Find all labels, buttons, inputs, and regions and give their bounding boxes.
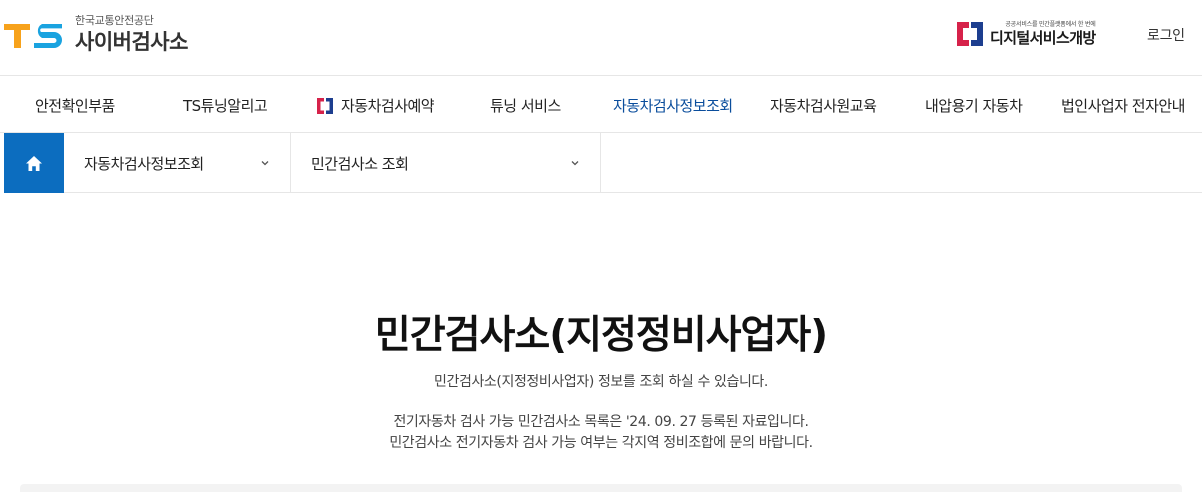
nav-item-safety-parts[interactable]: 안전확인부품 — [35, 95, 115, 116]
breadcrumb-level2-dropdown[interactable]: 민간검사소 조회 — [291, 133, 601, 193]
nav-item-label: 자동차검사예약 — [341, 97, 435, 115]
logo-site-name: 사이버검사소 — [75, 29, 188, 54]
nav-item-tuning-service[interactable]: 튜닝 서비스 — [490, 95, 561, 116]
breadcrumb: 자동차검사정보조회 민간검사소 조회 — [4, 133, 1202, 193]
site-logo[interactable]: 한국교통안전공단 사이버검사소 — [4, 10, 188, 58]
breadcrumb-level1-label: 자동차검사정보조회 — [84, 154, 204, 173]
nav-item-tuning-alert[interactable]: TS튜닝알리고 — [183, 95, 268, 116]
nav-item-inspection-info[interactable]: 자동차검사정보조회 — [613, 95, 733, 116]
digital-service-text: 공공서비스를 민간플랫폼에서 한 번에 디지털서비스개방 — [990, 21, 1096, 48]
home-icon — [26, 155, 42, 171]
site-header: 한국교통안전공단 사이버검사소 공공서비스를 민간플랫폼에서 한 번에 디지털서… — [0, 0, 1202, 76]
notice-line-2: 민간검사소 전기자동차 검사 가능 여부는 각지역 정비조합에 문의 바랍니다. — [389, 435, 813, 451]
digital-service-title: 디지털서비스개방 — [990, 28, 1096, 47]
breadcrumb-level1-dropdown[interactable]: 자동차검사정보조회 — [64, 133, 291, 193]
breadcrumb-level2-label: 민간검사소 조회 — [311, 154, 409, 173]
digital-service-icon — [317, 97, 333, 114]
nav-item-inspection-reservation[interactable]: 자동차검사예약 — [316, 95, 435, 116]
logo-text: 한국교통안전공단 사이버검사소 — [75, 14, 188, 55]
digital-service-banner[interactable]: 공공서비스를 민간플랫폼에서 한 번에 디지털서비스개방 — [955, 20, 1096, 48]
chevron-down-icon — [261, 161, 269, 166]
page-subtitle: 민간검사소(지정정비사업자) 정보를 조회 하실 수 있습니다. — [434, 374, 768, 390]
nav-item-corporate-notice[interactable]: 법인사업자 전자안내 — [1061, 95, 1185, 116]
page-title: 민간검사소(지정정비사업자) — [374, 313, 828, 358]
main-nav: 안전확인부품 TS튜닝알리고 자동차검사예약 튜닝 서비스 자동차검사정보조회 … — [0, 77, 1202, 133]
nav-item-inspector-training[interactable]: 자동차검사원교육 — [770, 95, 877, 116]
ts-logo-icon — [4, 24, 62, 48]
logo-org-name: 한국교통안전공단 — [75, 13, 154, 27]
notice-text: 전기자동차 검사 가능 민간검사소 목록은 '24. 09. 27 등록된 자료… — [0, 412, 1202, 454]
digital-service-logo-icon — [957, 22, 983, 46]
digital-service-tagline: 공공서비스를 민간플랫폼에서 한 번에 — [1005, 20, 1096, 28]
notice-line-1: 전기자동차 검사 가능 민간검사소 목록은 '24. 09. 27 등록된 자료… — [393, 414, 809, 430]
nav-item-pressure-vessel[interactable]: 내압용기 자동차 — [925, 95, 1023, 116]
home-button[interactable] — [4, 133, 64, 193]
search-panel-edge — [20, 484, 1182, 492]
login-link[interactable]: 로그인 — [1147, 25, 1185, 45]
chevron-down-icon — [571, 161, 579, 166]
